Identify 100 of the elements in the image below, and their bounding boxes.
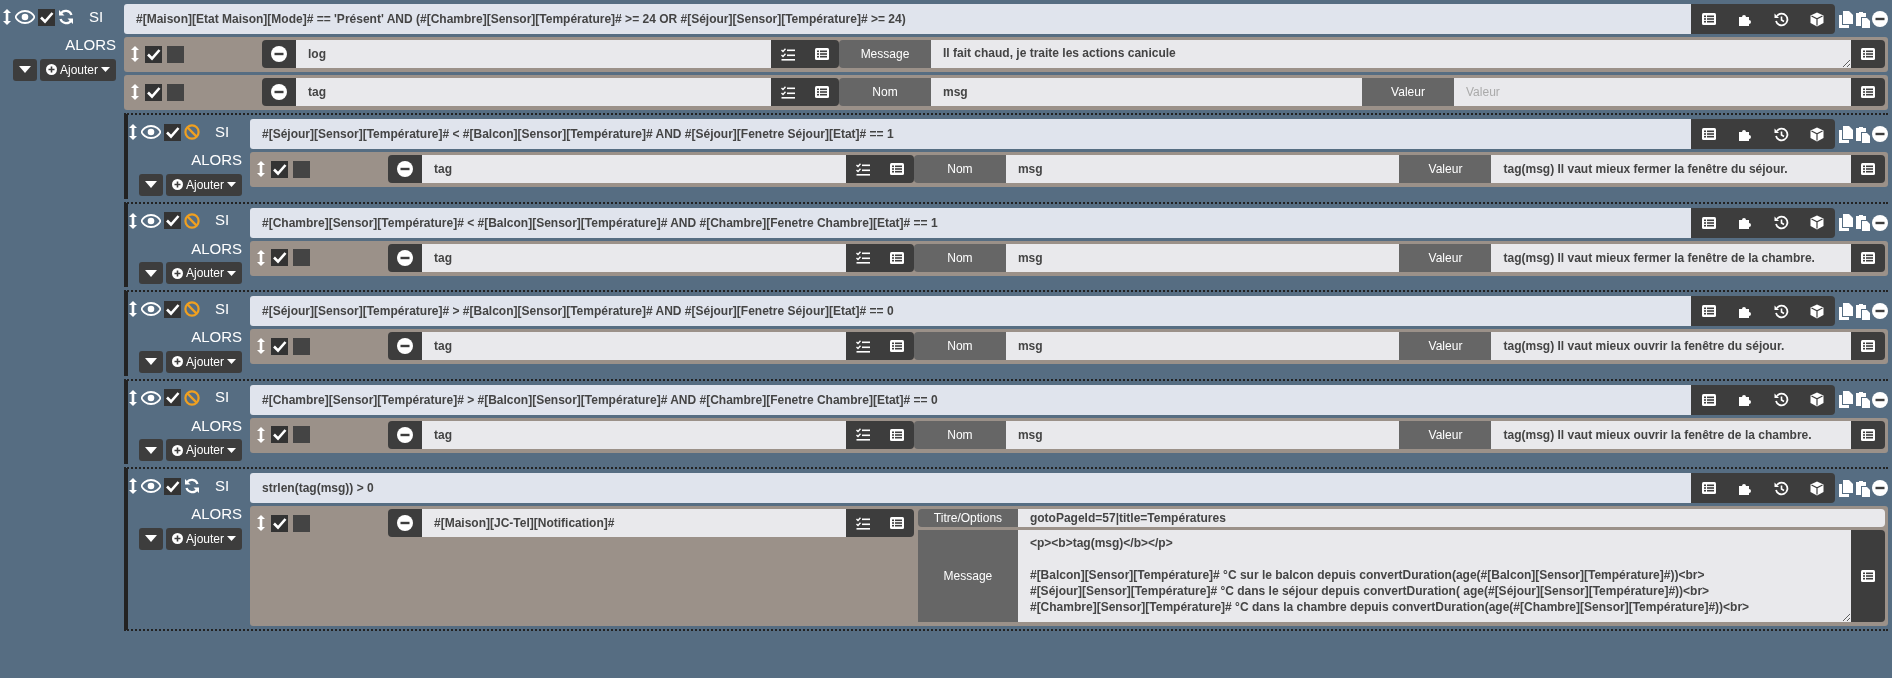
- select-command-button[interactable]: [879, 155, 914, 183]
- collapse-button[interactable]: [138, 173, 163, 196]
- select-command-button[interactable]: [879, 243, 914, 272]
- collapse-button[interactable]: [138, 350, 163, 373]
- remove-button[interactable]: [388, 155, 422, 183]
- remove-button[interactable]: [388, 243, 422, 272]
- input-field[interactable]: msg: [1005, 420, 1400, 449]
- eye-icon[interactable]: [141, 390, 161, 405]
- copy-icon[interactable]: [1839, 10, 1853, 28]
- refresh-icon[interactable]: [184, 478, 200, 494]
- remove-button[interactable]: [262, 40, 296, 68]
- add-dropdown-button[interactable]: Ajouter: [165, 262, 242, 284]
- remove-icon[interactable]: [1872, 303, 1888, 319]
- collapse-button[interactable]: [12, 58, 37, 81]
- select-variable-button[interactable]: [1851, 530, 1885, 622]
- condition-field[interactable]: #[Séjour][Sensor][Température]# > #[Balcon][Sensor][Température]# AND #[Séjour][Fenetre Séjour][Etat]# == 0: [250, 296, 1691, 326]
- checked-checkbox[interactable]: [164, 300, 181, 318]
- select-action-button[interactable]: [771, 40, 805, 68]
- checked-checkbox[interactable]: [164, 212, 181, 229]
- copy-icon[interactable]: [1839, 391, 1853, 408]
- checked-checkbox[interactable]: [164, 123, 181, 141]
- command-field[interactable]: tag: [422, 243, 846, 272]
- select-action-button[interactable]: [771, 78, 805, 106]
- refresh-icon[interactable]: [58, 9, 74, 25]
- remove-button[interactable]: [388, 332, 422, 360]
- input-field[interactable]: gotoPageId=57|title=Températures: [1017, 509, 1885, 527]
- select-command-button[interactable]: [805, 40, 839, 68]
- drag-handle-icon[interactable]: [128, 124, 138, 140]
- condition-field[interactable]: #[Maison][Etat Maison][Mode]# == 'Présent' AND (#[Chambre][Sensor][Température]# >= 24 OR #[Séjour][Sensor][Température]# >= 24): [124, 4, 1691, 34]
- eye-icon[interactable]: [141, 302, 161, 316]
- checked-checkbox[interactable]: [145, 45, 162, 63]
- input-field[interactable]: tag(msg) Il vaut mieux ouvrir la fenêtre du séjour.: [1491, 332, 1851, 360]
- checked-checkbox[interactable]: [38, 8, 55, 26]
- drag-handle-icon[interactable]: [256, 338, 266, 354]
- paste-icon[interactable]: [1855, 10, 1870, 28]
- remove-button[interactable]: [262, 78, 296, 106]
- command-field[interactable]: tag: [422, 155, 846, 183]
- remove-icon[interactable]: [1872, 214, 1888, 231]
- message-field[interactable]: <p><b>tag(msg)</b></p> #[Balcon][Sensor][Température]# °C sur le balcon depuis convertDuration(age(#[Balcon][Sensor][Température]#))<br> #[Séjour][Sensor][Température]# °C dans le séjour depuis convertDuration( age(#[Séjour][Sensor][Température]#))<br> #[Chambre][Sensor][Température]# °C dans la chambre depuis convertDuration(age(#[Chambre][Sensor][Température]#))<br>: [1017, 530, 1851, 622]
- eye-icon[interactable]: [15, 10, 35, 24]
- checkbox[interactable]: [293, 514, 310, 532]
- copy-icon[interactable]: [1839, 125, 1853, 143]
- select-command-button[interactable]: [805, 78, 839, 106]
- eye-icon[interactable]: [141, 125, 161, 139]
- remove-icon[interactable]: [1872, 126, 1888, 142]
- drag-handle-icon[interactable]: [128, 301, 138, 317]
- add-dropdown-button[interactable]: Ajouter: [165, 350, 242, 373]
- select-command-button[interactable]: [879, 420, 914, 449]
- paste-icon[interactable]: [1855, 391, 1870, 408]
- drag-handle-icon[interactable]: [256, 161, 266, 177]
- drag-handle-icon[interactable]: [128, 478, 138, 494]
- select-action-button[interactable]: [845, 332, 880, 360]
- paste-icon[interactable]: [1855, 125, 1870, 143]
- checked-checkbox[interactable]: [271, 249, 288, 266]
- copy-icon[interactable]: [1839, 302, 1853, 320]
- collapse-button[interactable]: [138, 527, 163, 550]
- input-field[interactable]: msg: [931, 78, 1362, 106]
- paste-icon[interactable]: [1855, 214, 1870, 231]
- drag-handle-icon[interactable]: [256, 426, 266, 443]
- checkbox[interactable]: [293, 160, 310, 178]
- checked-checkbox[interactable]: [271, 160, 288, 178]
- collapse-button[interactable]: [138, 439, 163, 461]
- copy-icon[interactable]: [1839, 479, 1853, 497]
- input-field[interactable]: tag(msg) Il vaut mieux fermer la fenêtre de la chambre.: [1491, 243, 1851, 272]
- input-field[interactable]: tag(msg) Il vaut mieux fermer la fenêtre du séjour.: [1491, 155, 1851, 183]
- select-action-button[interactable]: [845, 420, 880, 449]
- condition-field[interactable]: #[Séjour][Sensor][Température]# < #[Balcon][Sensor][Température]# AND #[Séjour][Fenetre Séjour][Etat]# == 1: [250, 119, 1691, 149]
- select-action-button[interactable]: [845, 155, 880, 183]
- drag-handle-icon[interactable]: [130, 84, 140, 100]
- remove-button[interactable]: [388, 509, 422, 537]
- checked-checkbox[interactable]: [164, 389, 181, 406]
- input-field[interactable]: msg: [1005, 243, 1400, 272]
- checkbox[interactable]: [293, 426, 310, 443]
- message-field[interactable]: Il fait chaud, je traite les actions canicule: [931, 40, 1851, 68]
- add-dropdown-button[interactable]: Ajouter: [165, 527, 242, 550]
- command-field[interactable]: tag: [422, 332, 846, 360]
- select-variable-button[interactable]: [1851, 243, 1885, 272]
- input-field[interactable]: msg: [1005, 332, 1400, 360]
- select-variable-button[interactable]: [1851, 40, 1885, 68]
- eye-icon[interactable]: [141, 479, 161, 493]
- drag-handle-icon[interactable]: [128, 212, 138, 229]
- drag-handle-icon[interactable]: [256, 515, 266, 531]
- checked-checkbox[interactable]: [145, 83, 162, 101]
- command-field[interactable]: tag: [422, 420, 846, 449]
- select-variable-button[interactable]: [1851, 78, 1885, 106]
- command-field[interactable]: #[Maison][JC-Tel][Notification]#: [422, 509, 846, 537]
- input-field[interactable]: Valeur: [1454, 78, 1851, 106]
- remove-icon[interactable]: [1872, 480, 1888, 496]
- checked-checkbox[interactable]: [164, 477, 181, 495]
- select-action-button[interactable]: [845, 243, 880, 272]
- checkbox[interactable]: [167, 83, 184, 101]
- select-command-button[interactable]: [879, 332, 914, 360]
- select-action-button[interactable]: [845, 509, 880, 537]
- select-variable-button[interactable]: [1851, 332, 1885, 360]
- condition-field[interactable]: #[Chambre][Sensor][Température]# > #[Balcon][Sensor][Température]# AND #[Chambre][Fenetre Chambre][Etat]# == 0: [250, 384, 1691, 415]
- drag-handle-icon[interactable]: [2, 9, 12, 25]
- collapse-button[interactable]: [138, 262, 163, 284]
- checked-checkbox[interactable]: [271, 514, 288, 532]
- checkbox[interactable]: [167, 45, 184, 63]
- checkbox[interactable]: [293, 337, 310, 355]
